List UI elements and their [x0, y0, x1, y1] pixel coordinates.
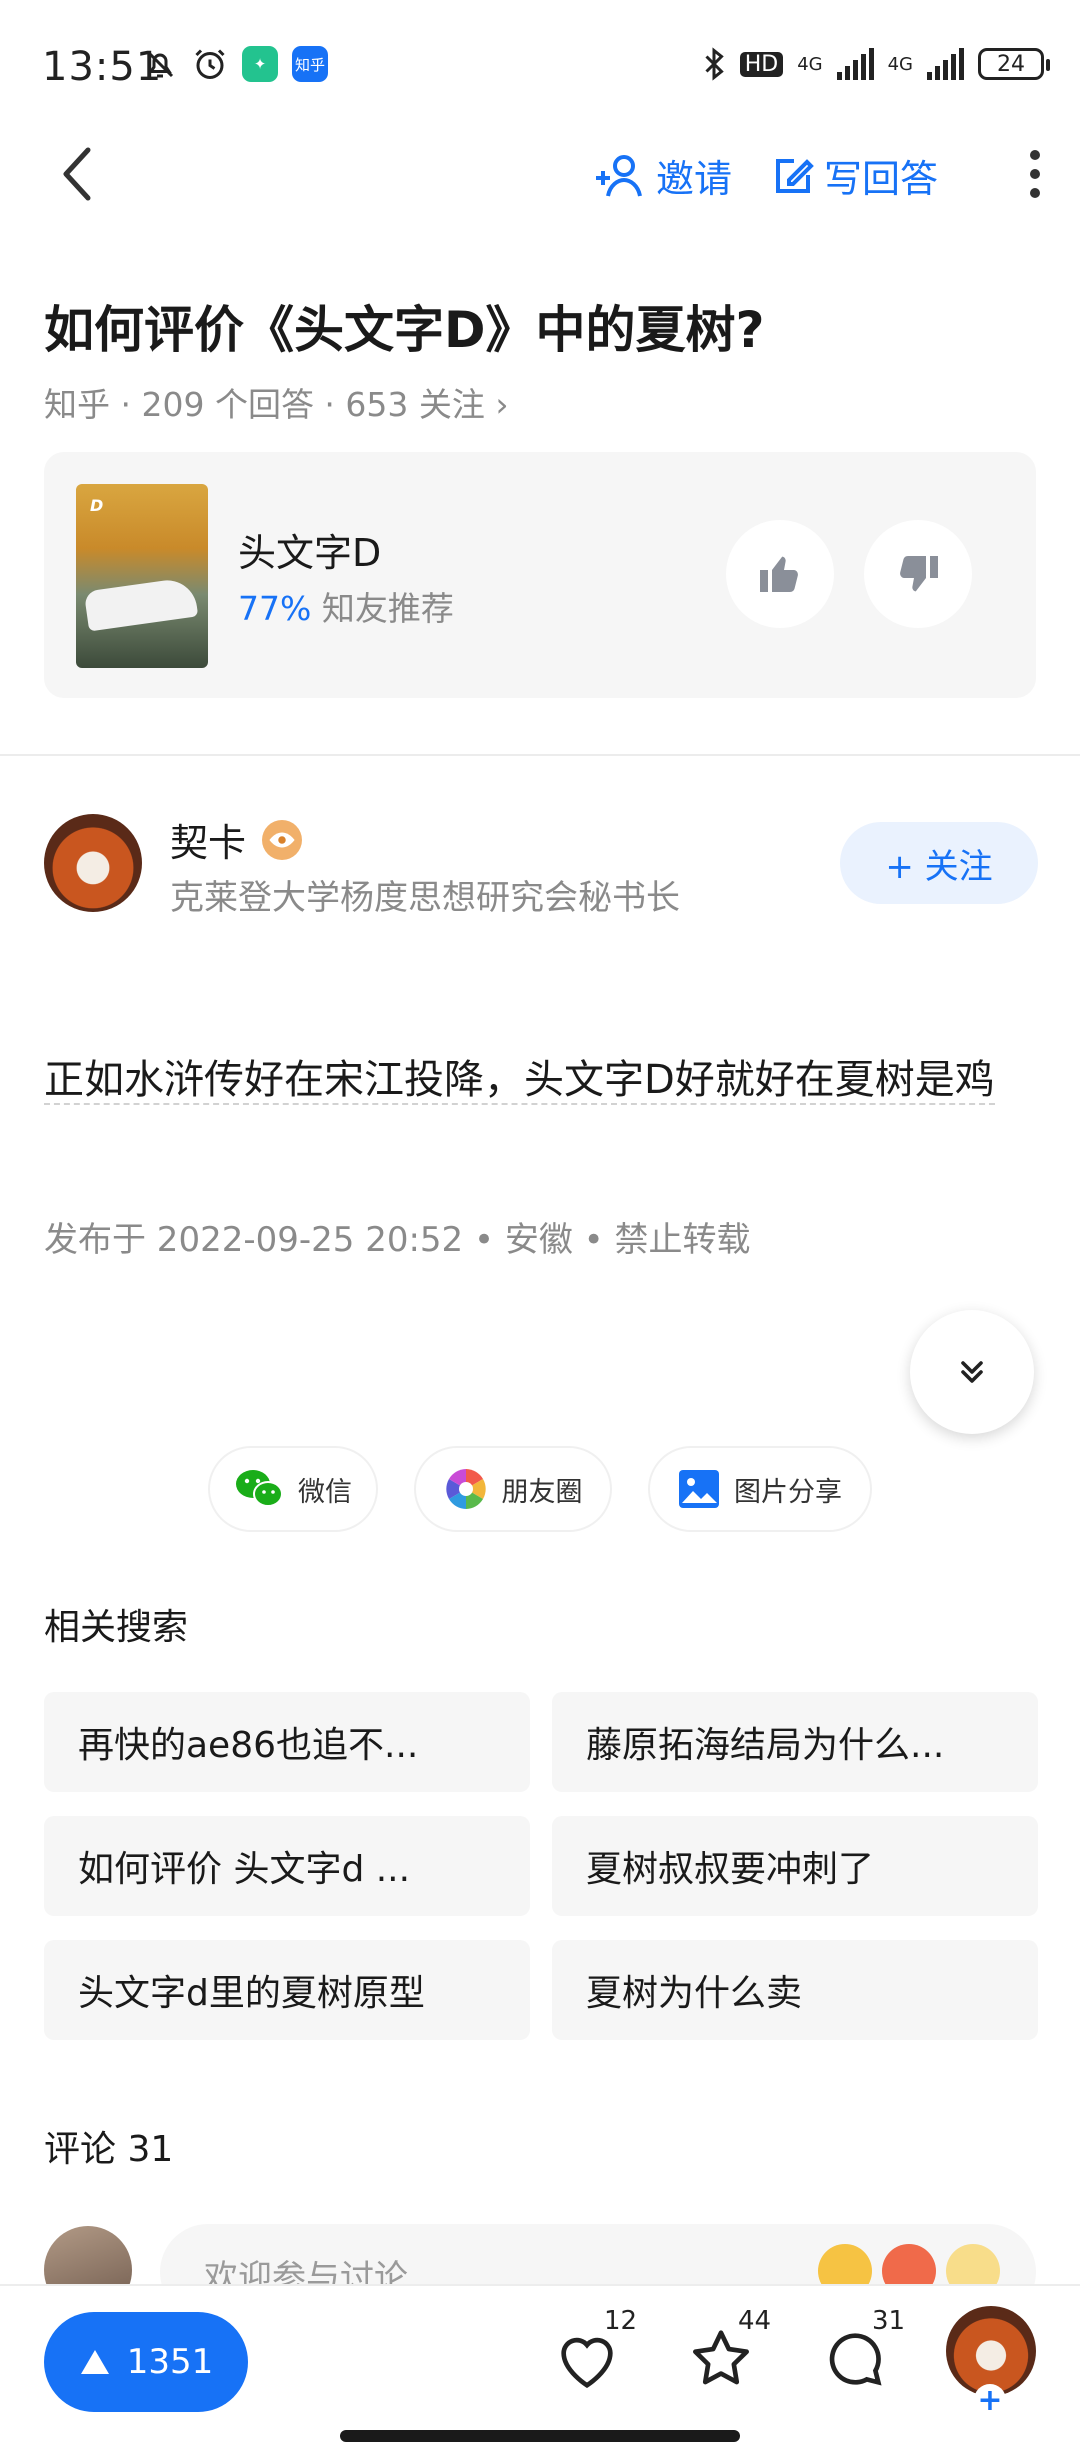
- status-bar: 13:51 ✦ 知乎 HD 4G 4G 24: [0, 0, 1080, 120]
- share-moments-button[interactable]: 朋友圈: [414, 1446, 612, 1532]
- chevron-left-icon: [63, 147, 91, 201]
- thumbs-down-button[interactable]: [864, 520, 972, 628]
- more-menu-button[interactable]: [1020, 144, 1050, 204]
- related-search-chip[interactable]: 夏树叔叔要冲刺了: [552, 1816, 1038, 1916]
- bell-off-icon: [146, 50, 174, 78]
- related-search-chip[interactable]: 夏树为什么卖: [552, 1940, 1038, 2040]
- signal-icon-2: [927, 48, 964, 80]
- recommend-percent: 77%: [238, 589, 312, 628]
- movie-poster: D: [76, 484, 208, 668]
- author-description: 克莱登大学杨度思想研究会秘书长: [170, 878, 680, 918]
- wechat-icon: [236, 1470, 283, 1507]
- recommend-label: 知友推荐: [311, 589, 454, 628]
- like-count: 12: [604, 2306, 638, 2336]
- movie-name: 头文字D: [238, 531, 382, 575]
- question-meta[interactable]: 知乎 · 209 个回答 · 653 关注 ›: [44, 378, 509, 426]
- comments-title: 评论 31: [44, 2129, 174, 2170]
- answer-body[interactable]: 正如水浒传好在宋江投降，头文字D好就好在夏树是鸡: [44, 1046, 1004, 1114]
- top-nav: 邀请 写回答: [0, 120, 1080, 230]
- related-search-chip[interactable]: 如何评价 头文字d ...: [44, 1816, 530, 1916]
- invite-label: 邀请: [656, 157, 733, 201]
- share-image-label: 图片分享: [734, 1476, 842, 1508]
- status-left-icons: ✦ 知乎: [142, 46, 328, 82]
- hd-label: HD: [739, 51, 784, 77]
- comment-button[interactable]: 31: [820, 2306, 905, 2404]
- movie-recommendation: 77% 知友推荐: [238, 582, 454, 630]
- author-name: 契卡: [170, 821, 247, 865]
- poster-car: [83, 576, 199, 632]
- related-search-title: 相关搜索: [44, 1607, 189, 1648]
- poster-logo: D: [90, 496, 104, 515]
- more-dot: [1030, 150, 1040, 160]
- invite-button[interactable]: 邀请: [594, 148, 732, 203]
- network-type-1: 4G: [797, 53, 823, 75]
- plus-icon[interactable]: +: [974, 2383, 1006, 2418]
- favorite-count: 44: [738, 2306, 772, 2336]
- like-button[interactable]: 12: [552, 2306, 637, 2404]
- expand-button[interactable]: [910, 1310, 1034, 1434]
- share-image-button[interactable]: 图片分享: [648, 1446, 872, 1532]
- moments-icon: [445, 1469, 486, 1509]
- author-name-row[interactable]: 契卡: [170, 812, 303, 867]
- share-wechat-label: 微信: [298, 1476, 352, 1508]
- app-notification-icon: ✦: [242, 46, 278, 82]
- thumbs-up-button[interactable]: [726, 520, 834, 628]
- triangle-up-icon: [80, 2350, 109, 2374]
- battery-icon: 24: [978, 48, 1050, 80]
- image-icon: [679, 1470, 719, 1508]
- double-chevron-down-icon: [961, 1361, 983, 1383]
- bluetooth-icon: [705, 47, 724, 81]
- battery-level: 24: [997, 51, 1025, 77]
- thumbs-up-icon: [760, 556, 798, 592]
- home-indicator: [340, 2430, 740, 2442]
- follow-button[interactable]: + 关注: [840, 822, 1038, 904]
- write-answer-button[interactable]: 写回答: [772, 148, 938, 203]
- comment-count: 31: [872, 2306, 906, 2336]
- add-person-icon: [596, 154, 642, 196]
- edit-icon: [776, 158, 814, 193]
- author-avatar[interactable]: [44, 814, 142, 912]
- share-wechat-button[interactable]: 微信: [208, 1446, 378, 1532]
- question-title[interactable]: 如何评价《头文字D》中的夏树?: [44, 290, 765, 362]
- zhihu-app-icon: 知乎: [292, 46, 328, 82]
- movie-card[interactable]: D 头文字D 77% 知友推荐: [44, 452, 1036, 698]
- more-dot: [1030, 169, 1040, 179]
- related-search-chip[interactable]: 藤原拓海结局为什么...: [552, 1692, 1038, 1792]
- more-dot: [1030, 188, 1040, 198]
- network-type-2: 4G: [887, 53, 913, 75]
- related-search-chip[interactable]: 头文字d里的夏树原型: [44, 1940, 530, 2040]
- answer-text: 正如水浒传好在宋江投降，头文字D好就好在夏树是鸡: [44, 1057, 995, 1105]
- status-right-icons: HD 4G 4G 24: [702, 46, 1050, 82]
- upvote-count: 1351: [126, 2342, 214, 2382]
- related-search-chip[interactable]: 再快的ae86也追不...: [44, 1692, 530, 1792]
- alarm-icon: [195, 49, 225, 79]
- answer-meta: 发布于 2022-09-25 20:52 • 安徽 • 禁止转载: [44, 1220, 751, 1260]
- share-moments-label: 朋友圈: [501, 1476, 583, 1508]
- write-answer-label: 写回答: [824, 157, 939, 201]
- signal-icon: [836, 48, 874, 80]
- thumbs-down-icon: [900, 556, 938, 592]
- section-divider: [0, 754, 1080, 756]
- favorite-button[interactable]: 44: [686, 2306, 771, 2404]
- back-button[interactable]: [54, 142, 104, 206]
- eye-badge-icon: [262, 819, 303, 860]
- upvote-button[interactable]: 1351: [44, 2312, 248, 2412]
